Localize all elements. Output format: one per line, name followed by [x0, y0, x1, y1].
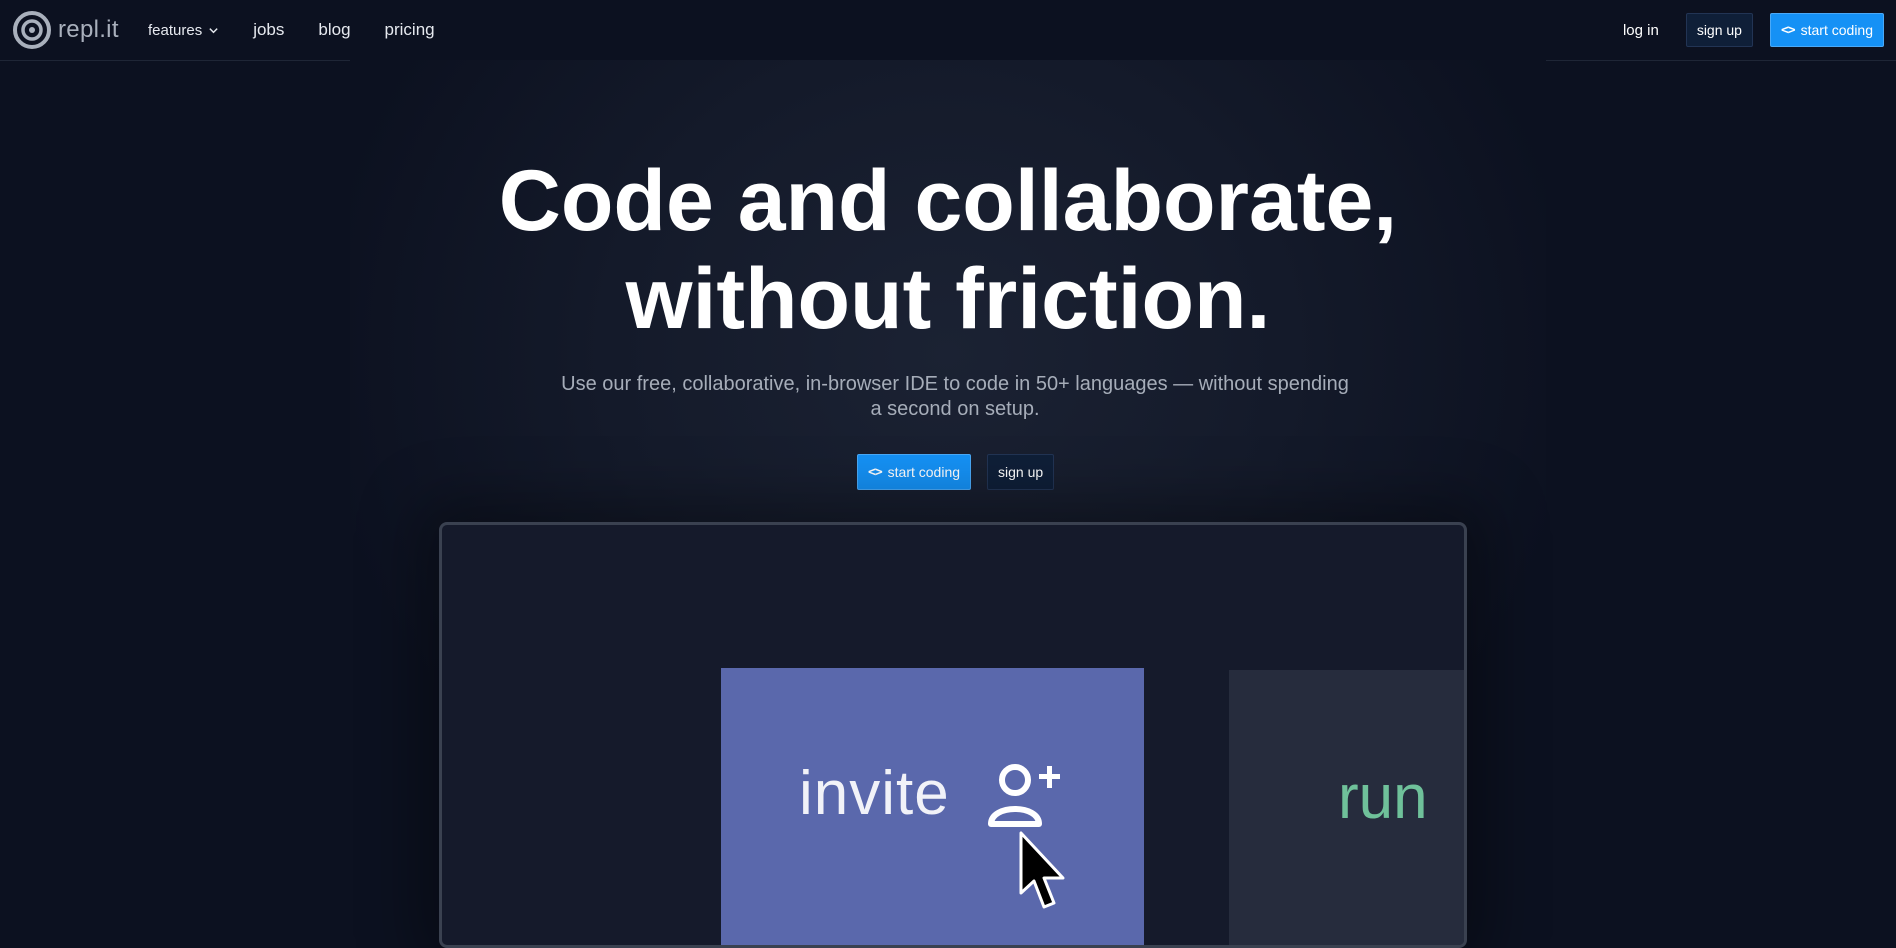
login-link[interactable]: log in — [1623, 22, 1659, 39]
hero-actions: <> start coding sign up — [857, 454, 1055, 490]
hero-start-coding-button[interactable]: <> start coding — [857, 454, 972, 490]
logo[interactable]: repl.it — [12, 10, 119, 50]
code-brackets-icon: <> — [1780, 22, 1796, 38]
hero-signup-button[interactable]: sign up — [987, 454, 1055, 490]
replit-logo-icon — [13, 11, 51, 49]
hero-title-line-2: without friction. — [625, 251, 1271, 347]
invite-label: invite — [799, 759, 950, 828]
signup-button-label: sign up — [1696, 22, 1742, 38]
nav-features[interactable]: features — [148, 22, 219, 39]
demo-video-frame: invite run — [439, 522, 1467, 948]
hero-title-line-1: Code and collaborate, — [498, 153, 1398, 249]
nav-pricing[interactable]: pricing — [385, 20, 435, 40]
nav-jobs[interactable]: jobs — [253, 20, 284, 40]
nav-links: features jobs blog pricing — [148, 0, 469, 60]
nav-features-label: features — [148, 21, 203, 39]
signup-button[interactable]: sign up — [1685, 13, 1753, 47]
start-coding-button-label: start coding — [1800, 22, 1873, 38]
run-card: run — [1229, 670, 1464, 945]
hero-signup-label: sign up — [998, 464, 1044, 480]
top-nav: repl.it features jobs blog pricing log i… — [0, 0, 1896, 61]
hero-subtitle: Use our free, collaborative, in-browser … — [561, 373, 1349, 420]
run-label: run — [1338, 763, 1428, 832]
logo-text: repl.it — [58, 16, 119, 43]
start-coding-button[interactable]: <> start coding — [1769, 13, 1884, 47]
invite-card: invite — [721, 668, 1144, 945]
hero-title: Code and collaborate, without friction. — [0, 152, 1896, 348]
nav-actions: log in sign up <> start coding — [1623, 12, 1884, 48]
code-brackets-icon: <> — [868, 464, 883, 480]
chevron-down-icon — [209, 27, 218, 33]
nav-blog[interactable]: blog — [318, 20, 350, 40]
add-user-icon — [988, 764, 1060, 827]
hero-start-coding-label: start coding — [887, 464, 961, 480]
